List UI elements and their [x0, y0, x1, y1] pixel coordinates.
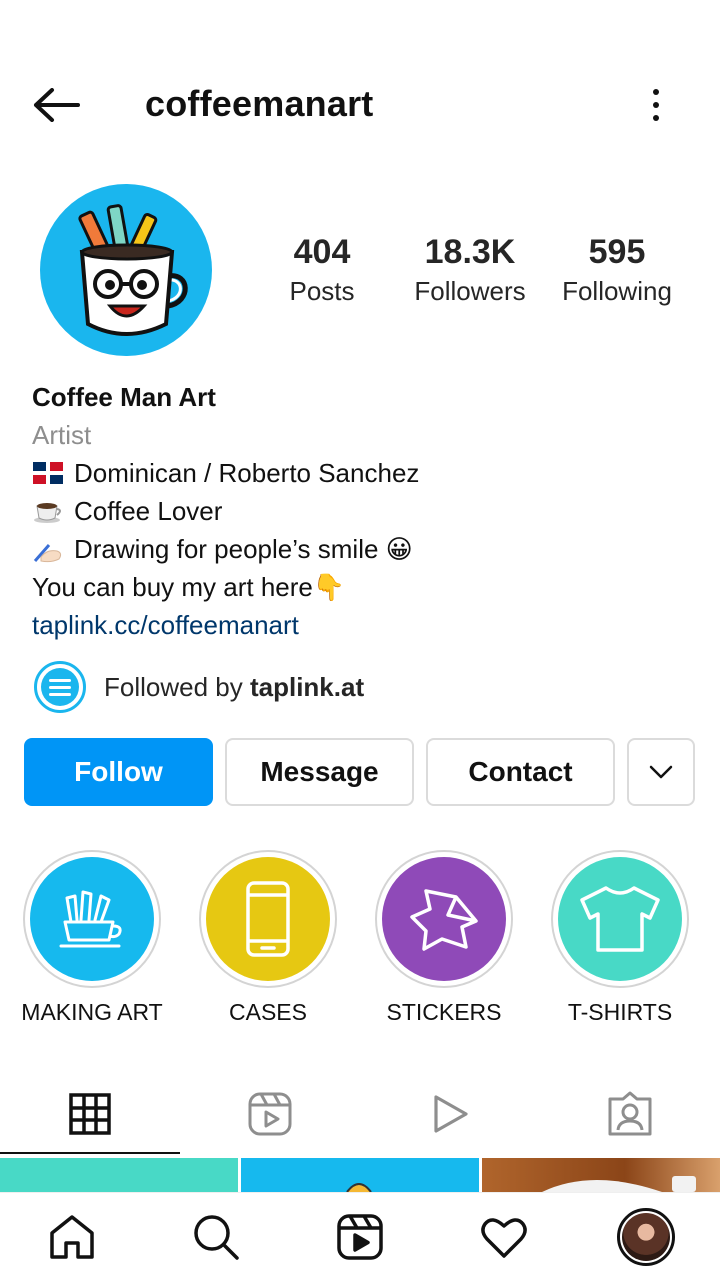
followers-label: Followers — [414, 276, 526, 306]
bio-line: Coffee Lover — [32, 492, 692, 530]
message-button[interactable]: Message — [225, 738, 414, 806]
arrow-left-icon — [34, 88, 80, 122]
posts-label: Posts — [289, 276, 355, 306]
profile-username: coffeemanart — [145, 83, 374, 124]
following-stat[interactable]: 595 Following — [552, 232, 682, 308]
post-thumbnail[interactable] — [0, 1158, 238, 1192]
followers-count: 18.3K — [424, 233, 516, 271]
profile-bio: Coffee Man Art Artist Dominican / Robert… — [32, 378, 692, 644]
follow-button[interactable]: Follow — [24, 738, 213, 806]
reels-icon — [248, 1092, 292, 1136]
posts-stat[interactable]: 404 Posts — [272, 232, 372, 308]
back-button[interactable] — [30, 84, 82, 126]
bio-line-text: Drawing for people’s smile 😀 — [74, 534, 413, 564]
followed-by-account: taplink.at — [249, 671, 365, 702]
profile-tabs — [0, 1074, 720, 1154]
video-play-icon — [434, 1095, 468, 1133]
nav-profile[interactable] — [614, 1205, 678, 1269]
followers-stat[interactable]: 18.3K Followers — [404, 232, 536, 308]
profile-actions: Follow Message Contact — [24, 738, 696, 806]
coffee-cup-icon — [32, 496, 64, 526]
heart-icon — [481, 1218, 527, 1258]
bottom-navigation — [0, 1192, 720, 1280]
bio-line: Dominican / Roberto Sanchez — [32, 454, 692, 492]
dominican-flag-icon — [32, 458, 64, 488]
nav-home[interactable] — [40, 1205, 104, 1269]
tab-posts-grid[interactable] — [0, 1074, 180, 1154]
reels-icon — [337, 1214, 383, 1260]
highlight-making-art[interactable]: MAKING ART — [4, 850, 180, 1026]
tab-tagged[interactable] — [540, 1074, 720, 1154]
story-highlights: MAKING ART CASES STICKERS T-SHIRTS — [0, 850, 720, 1030]
search-icon — [194, 1215, 239, 1260]
highlight-stickers[interactable]: STICKERS — [356, 850, 532, 1026]
bio-line: Drawing for people’s smile 😀 — [32, 530, 692, 568]
more-options-button[interactable] — [640, 84, 672, 126]
highlight-label: CASES — [229, 999, 307, 1025]
posts-grid — [0, 1158, 720, 1192]
tshirt-icon — [580, 886, 660, 952]
tagged-person-icon — [608, 1091, 652, 1136]
grid-icon — [69, 1093, 111, 1135]
bio-buy-line: You can buy my art here👇 — [32, 572, 346, 602]
bio-line-text: Coffee Lover — [74, 496, 223, 526]
post-thumbnail[interactable] — [482, 1158, 720, 1192]
taplink-avatar — [34, 661, 86, 713]
writing-hand-icon — [32, 534, 64, 564]
highlight-t-shirts[interactable]: T-SHIRTS — [532, 850, 708, 1026]
nav-activity[interactable] — [472, 1205, 536, 1269]
phone-icon — [246, 881, 290, 957]
nav-reels[interactable] — [328, 1205, 392, 1269]
post-thumbnail[interactable] — [241, 1158, 479, 1192]
active-tab-indicator — [0, 1152, 180, 1154]
more-vertical-icon — [653, 89, 659, 95]
profile-stats: 404 Posts 18.3K Followers 595 Following — [272, 232, 692, 312]
profile-avatar[interactable] — [40, 184, 212, 356]
tab-videos[interactable] — [360, 1074, 540, 1154]
tab-reels[interactable] — [180, 1074, 360, 1154]
bio-line-text: Dominican / Roberto Sanchez — [74, 458, 420, 488]
chevron-down-icon — [649, 765, 673, 779]
coffee-mug-mascot-icon — [78, 204, 188, 336]
sticker-icon — [410, 889, 478, 951]
posts-count: 404 — [293, 233, 351, 271]
following-label: Following — [562, 276, 672, 306]
profile-avatar — [617, 1208, 675, 1266]
followed-by[interactable]: Followed by taplink.at — [34, 660, 364, 714]
followed-by-text: Followed by taplink.at — [104, 671, 365, 702]
highlight-cases[interactable]: CASES — [180, 850, 356, 1026]
highlight-label: STICKERS — [386, 999, 502, 1025]
pencil-cup-icon — [59, 890, 122, 948]
contact-button[interactable]: Contact — [426, 738, 615, 806]
display-name: Coffee Man Art — [32, 382, 216, 412]
following-count: 595 — [588, 233, 646, 271]
nav-search[interactable] — [184, 1205, 248, 1269]
top-bar: coffeemanart — [0, 70, 720, 140]
highlight-label: MAKING ART — [21, 999, 163, 1025]
home-icon — [50, 1215, 94, 1259]
menu-lines-icon — [41, 668, 79, 706]
highlight-label: T-SHIRTS — [567, 999, 673, 1025]
suggested-accounts-button[interactable] — [627, 738, 695, 806]
bio-link[interactable]: taplink.cc/coffeemanart — [32, 606, 692, 644]
profile-category: Artist — [32, 420, 92, 450]
